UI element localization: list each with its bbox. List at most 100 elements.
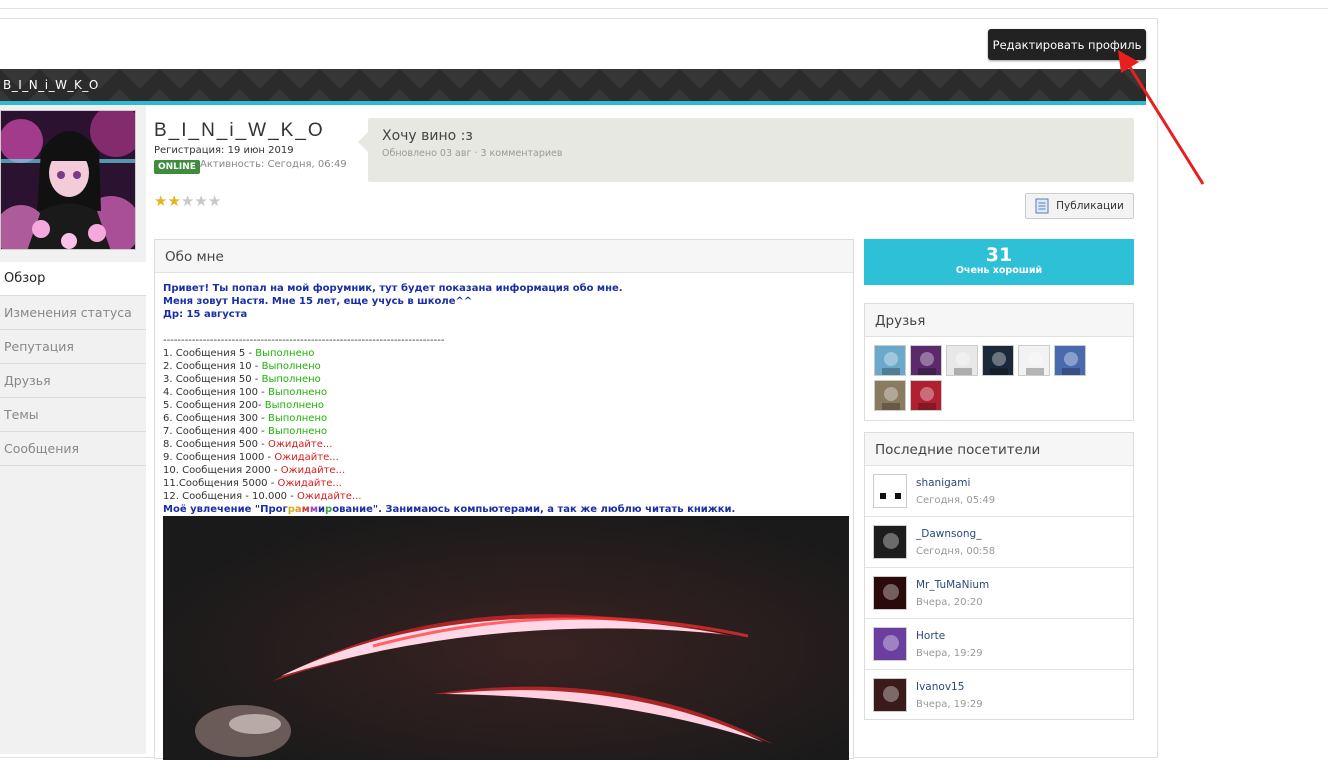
visitor-time: Сегодня, 05:49 <box>916 495 996 506</box>
goal-state: Ожидайте... <box>267 439 333 450</box>
visitor-item: Horte Вчера, 19:29 <box>865 619 1133 670</box>
goal-state: Выполнено <box>267 387 328 398</box>
goal-item: 2. Сообщения 10 - Выполнено <box>163 360 845 373</box>
avatar-image <box>1 111 135 249</box>
visitor-name[interactable]: _Dawnsong_ <box>916 528 981 540</box>
goal-label: 6. Сообщения 300 - <box>163 413 268 424</box>
friend-avatar[interactable] <box>910 345 942 376</box>
publications-label: Публикации <box>1056 200 1124 212</box>
publications-button[interactable]: Публикации <box>1025 193 1134 219</box>
goal-label: 8. Сообщения 500 - <box>163 439 268 450</box>
visitor-item: _Dawnsong_ Сегодня, 00:58 <box>865 517 1133 568</box>
reputation-box[interactable]: 31 Очень хороший <box>864 239 1134 285</box>
goal-state: Ожидайте... <box>277 478 342 489</box>
goal-item: 5. Сообщения 200- Выполнено <box>163 399 845 412</box>
about-hobby-line: Моё увлечение "Программирование". Занима… <box>163 503 845 516</box>
profile-avatar[interactable] <box>0 110 136 250</box>
goal-item: 7. Сообщения 400 - Выполнено <box>163 425 845 438</box>
sidebar-item-overview[interactable]: Обзор <box>0 262 146 296</box>
recent-visitors-panel: Последние посетители shanigami Сегодня, 0… <box>864 432 1134 720</box>
goal-label: 3. Сообщения 50 - <box>163 374 262 385</box>
sidebar-item-friends[interactable]: Друзья <box>0 364 146 398</box>
friend-avatar[interactable] <box>982 345 1014 376</box>
visitor-avatar[interactable] <box>873 627 907 661</box>
goal-label: 4. Сообщения 100 - <box>163 387 268 398</box>
star-empty-icon: ★ <box>194 192 208 210</box>
edit-profile-button[interactable]: Редактировать профиль <box>988 29 1146 60</box>
about-intro-line: Меня зовут Настя. Мне 15 лет, еще учусь … <box>163 296 473 307</box>
visitor-avatar[interactable] <box>873 525 907 559</box>
about-divider: ----------------------------------------… <box>163 335 445 346</box>
goal-item: 3. Сообщения 50 - Выполнено <box>163 373 845 386</box>
goal-label: 5. Сообщения 200- <box>163 400 265 411</box>
goal-state: Выполнено <box>264 400 324 411</box>
status-bubble[interactable]: Хочу вино :з Обновлено 03 авг · 3 коммен… <box>358 118 1134 182</box>
banner-illustration <box>163 516 849 760</box>
goal-label: 2. Сообщения 10 - <box>163 361 262 372</box>
sidebar-item-topics[interactable]: Темы <box>0 398 146 432</box>
document-icon <box>1035 198 1049 214</box>
star-filled-icon: ★ <box>154 192 168 210</box>
goal-item: 10. Сообщения 2000 - Ожидайте... <box>163 464 845 477</box>
visitor-name[interactable]: Ivanov15 <box>916 681 964 693</box>
goal-item: 12. Сообщения - 10.000 - Ожидайте... <box>163 490 845 503</box>
goal-label: 9. Сообщения 1000 - <box>163 452 275 463</box>
visitor-item: Ivanov15 Вчера, 19:29 <box>865 670 1133 721</box>
goal-state: Выполнено <box>261 374 321 385</box>
about-title: Обо мне <box>155 240 853 273</box>
rating-stars: ★ ★ ★ ★ ★ <box>154 193 221 209</box>
visitor-avatar[interactable] <box>873 474 907 508</box>
hobby-letter: м <box>301 504 310 515</box>
goal-state: Выполнено <box>255 348 315 359</box>
goal-item: 8. Сообщения 500 - Ожидайте... <box>163 438 845 451</box>
goal-item: 11.Сообщения 5000 - Ожидайте... <box>163 477 845 490</box>
profile-sidebar-nav: Обзор Изменения статуса Репутация Друзья… <box>0 262 146 466</box>
goal-label: 11.Сообщения 5000 - <box>163 478 278 489</box>
status-meta: Обновлено 03 авг · 3 комментариев <box>382 148 563 159</box>
goal-label: 7. Сообщения 400 - <box>163 426 268 437</box>
visitor-time: Вчера, 19:29 <box>916 648 983 659</box>
visitor-time: Сегодня, 00:58 <box>916 546 996 557</box>
friend-avatar[interactable] <box>946 345 978 376</box>
hobby-letter: а <box>294 504 302 515</box>
goal-state: Ожидайте... <box>297 491 362 502</box>
about-body: Привет! Ты попал на мой форумник, тут бу… <box>155 273 853 525</box>
visitor-item: Mr_TuMaNium Вчера, 20:20 <box>865 568 1133 619</box>
status-text: Хочу вино :з <box>382 128 473 144</box>
visitor-avatar[interactable] <box>873 678 907 712</box>
goal-state: Выполнено <box>267 426 328 437</box>
visitor-name[interactable]: shanigami <box>916 477 970 489</box>
goal-state: Ожидайте... <box>280 465 346 476</box>
visitor-avatar[interactable] <box>873 576 907 610</box>
hobby-suffix: ". Занимаюсь компьютерами, а так же любл… <box>372 504 736 515</box>
friends-panel: Друзья <box>864 303 1134 421</box>
hobby-word: Программирование <box>260 504 373 515</box>
star-empty-icon: ★ <box>180 192 195 210</box>
visitor-name[interactable]: Horte <box>916 630 945 642</box>
sidebar-item-messages[interactable]: Сообщения <box>0 432 146 466</box>
friend-avatar[interactable] <box>910 380 942 411</box>
visitor-name[interactable]: Mr_TuMaNium <box>916 579 989 591</box>
username-banner: B_I_N_i_W_K_O <box>0 69 1146 101</box>
goal-item: 1. Сообщения 5 - Выполнено <box>163 347 845 360</box>
hobby-letter: и <box>318 504 326 515</box>
star-filled-icon: ★ <box>167 192 181 210</box>
goal-state: Ожидайте... <box>274 452 339 463</box>
hobby-prefix: Моё увлечение " <box>163 504 261 515</box>
friend-avatar[interactable] <box>1054 345 1086 376</box>
visitors-title: Последние посетители <box>865 433 1133 466</box>
sidebar-item-status-changes[interactable]: Изменения статуса <box>0 296 146 330</box>
goal-item: 6. Сообщения 300 - Выполнено <box>163 412 845 425</box>
friends-grid <box>865 337 1105 419</box>
banner-username: B_I_N_i_W_K_O <box>3 78 99 92</box>
hobby-letter: р <box>287 504 295 515</box>
animated-banner-image <box>163 516 849 760</box>
sidebar-item-reputation[interactable]: Репутация <box>0 330 146 364</box>
friend-avatar[interactable] <box>874 380 906 411</box>
goal-state: Выполнено <box>267 413 328 424</box>
online-badge: ONLINE <box>154 160 200 174</box>
profile-name: B_I_N_i_W_K_O <box>154 120 325 141</box>
friend-avatar[interactable] <box>1018 345 1050 376</box>
goal-item: 4. Сообщения 100 - Выполнено <box>163 386 845 399</box>
friend-avatar[interactable] <box>874 345 906 376</box>
